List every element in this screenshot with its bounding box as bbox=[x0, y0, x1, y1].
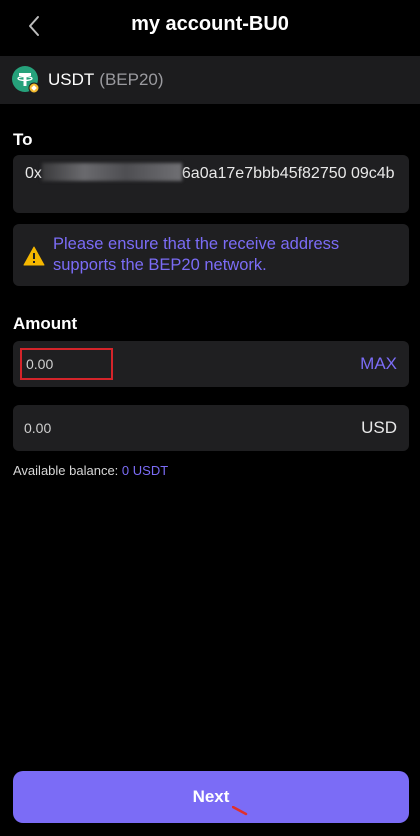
token-network: (BEP20) bbox=[99, 70, 164, 89]
header: my account-BU0 bbox=[0, 0, 420, 52]
address-prefix: 0x bbox=[25, 165, 42, 182]
address-redaction bbox=[41, 163, 182, 181]
usd-unit-label: USD bbox=[361, 418, 397, 437]
page-title: my account-BU0 bbox=[131, 13, 289, 35]
next-button[interactable]: Next bbox=[13, 771, 409, 823]
recipient-address-field[interactable]: 0x 6a0a17e7bbb45f82750 09c4b bbox=[13, 155, 409, 213]
tether-icon bbox=[12, 66, 40, 94]
amount-label: Amount bbox=[13, 314, 78, 333]
warning-text: Please ensure that the receive address s… bbox=[53, 235, 340, 274]
warning-triangle-icon bbox=[23, 246, 45, 266]
usd-input[interactable] bbox=[24, 417, 284, 439]
token-selector[interactable]: USDT (BEP20) bbox=[0, 56, 420, 104]
usd-field: USD bbox=[13, 405, 409, 451]
cursor-arrow-icon bbox=[232, 806, 248, 816]
to-label: To bbox=[13, 130, 33, 149]
amount-field: MAX bbox=[13, 341, 409, 387]
next-button-label: Next bbox=[192, 787, 230, 806]
balance-label: Available balance: bbox=[13, 463, 119, 478]
address-suffix: 6a0a17e7bbb45f82750 09c4b bbox=[181, 165, 395, 182]
max-button[interactable]: MAX bbox=[360, 354, 397, 374]
available-balance: Available balance: 0 USDT bbox=[13, 463, 168, 478]
balance-value: 0 USDT bbox=[121, 463, 169, 478]
network-warning: Please ensure that the receive address s… bbox=[13, 224, 409, 286]
amount-input[interactable] bbox=[20, 348, 113, 380]
token-symbol: USDT bbox=[48, 70, 95, 89]
